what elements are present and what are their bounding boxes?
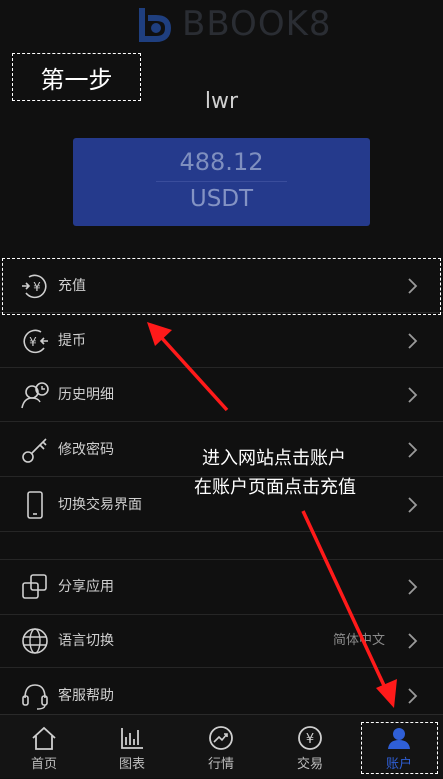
annotation-line-2: 在账户页面点击充值 bbox=[194, 477, 356, 498]
nav-label-home: 首页 bbox=[30, 757, 57, 772]
chevron-right-icon bbox=[408, 688, 418, 704]
share-icon bbox=[22, 574, 47, 599]
yen-icon: ¥ bbox=[298, 726, 322, 750]
nav-market[interactable]: 行情 bbox=[177, 715, 265, 779]
current-language: 简体中文 bbox=[332, 633, 385, 648]
bbook8-logo-icon bbox=[139, 8, 172, 42]
menu-label-history: 历史明细 bbox=[58, 387, 114, 403]
chevron-right-icon bbox=[408, 333, 418, 349]
chart-icon bbox=[121, 728, 143, 749]
chevron-right-icon bbox=[408, 442, 418, 458]
balance-amount: 488.12 bbox=[179, 148, 264, 176]
menu-item-withdraw[interactable]: ¥ 提币 bbox=[0, 314, 443, 368]
chevron-right-icon bbox=[408, 633, 418, 649]
yen-withdraw-icon: ¥ bbox=[23, 329, 48, 354]
svg-text:¥: ¥ bbox=[306, 732, 314, 747]
brand-logo: BBOOK8 bbox=[138, 4, 332, 44]
annotation-line-1: 进入网站点击账户 bbox=[202, 448, 346, 469]
balance-unit: USDT bbox=[189, 186, 254, 212]
menu-item-language[interactable]: 语言切换 简体中文 bbox=[0, 614, 443, 668]
account-highlight-box bbox=[361, 722, 438, 774]
menu-item-share-app[interactable]: 分享应用 bbox=[0, 559, 443, 615]
balance-divider bbox=[156, 181, 287, 182]
home-icon bbox=[32, 726, 56, 750]
chevron-right-icon bbox=[408, 579, 418, 595]
globe-icon bbox=[22, 628, 48, 654]
trend-icon bbox=[209, 726, 233, 750]
chevron-right-icon bbox=[408, 387, 418, 403]
nav-home[interactable]: 首页 bbox=[0, 715, 88, 779]
nav-label-trade: 交易 bbox=[296, 757, 323, 772]
menu-label-withdraw: 提币 bbox=[58, 333, 86, 349]
nav-trade[interactable]: ¥ 交易 bbox=[266, 715, 354, 779]
top-bar: BBOOK8 bbox=[0, 0, 443, 48]
history-icon bbox=[21, 382, 49, 409]
chevron-right-icon bbox=[408, 497, 418, 513]
menu-label-language: 语言切换 bbox=[58, 633, 114, 649]
balance-card: 488.12 USDT bbox=[73, 138, 370, 226]
deposit-highlight-box bbox=[2, 258, 441, 315]
nav-chart[interactable]: 图表 bbox=[88, 715, 176, 779]
nav-label-market: 行情 bbox=[207, 757, 234, 772]
brand-name: BBOOK8 bbox=[182, 4, 332, 44]
phone-icon bbox=[27, 491, 43, 519]
menu-item-history[interactable]: 历史明细 bbox=[0, 368, 443, 422]
key-icon bbox=[22, 438, 47, 463]
menu-label-share-app: 分享应用 bbox=[58, 579, 114, 595]
nav-label-chart: 图表 bbox=[118, 757, 145, 772]
headset-icon bbox=[22, 684, 48, 710]
username: lwr bbox=[204, 89, 239, 114]
menu-label-switch-trading-ui: 切换交易界面 bbox=[58, 497, 142, 513]
menu-label-change-password: 修改密码 bbox=[58, 442, 114, 458]
svg-text:¥: ¥ bbox=[29, 335, 37, 349]
